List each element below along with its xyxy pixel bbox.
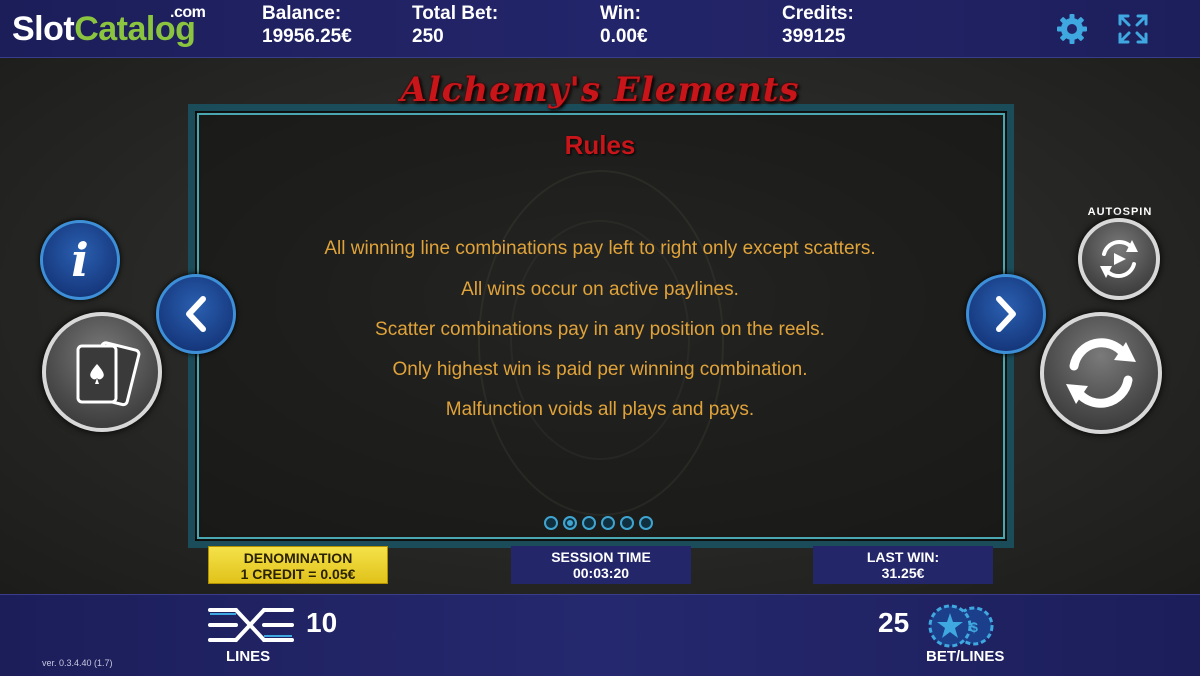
autospin-icon (1100, 240, 1138, 278)
spin-button[interactable] (1040, 312, 1162, 434)
page-dot[interactable] (582, 516, 596, 530)
last-win-value: 31.25€ (881, 565, 925, 581)
balance-value: 19956.25€ (262, 26, 352, 47)
session-time-box: SESSION TIME 00:03:20 (511, 546, 691, 584)
game-title: Alchemy's Elements (400, 70, 800, 110)
lines-icon[interactable] (206, 604, 296, 646)
next-page-button[interactable] (966, 274, 1046, 354)
logo-slot-text: Slot (12, 10, 75, 48)
autospin-label: AUTOSPIN (1087, 206, 1153, 218)
win-display: Win: 0.00€ (600, 2, 648, 48)
page-dot[interactable] (620, 516, 634, 530)
lines-label: LINES (226, 648, 271, 665)
rule-line: Malfunction voids all plays and pays. (445, 399, 755, 420)
playing-cards-icon (76, 341, 141, 407)
info-icon: i (71, 233, 89, 287)
page-dot[interactable] (601, 516, 615, 530)
credits-value: 399125 (782, 26, 846, 47)
lines-value: 10 (306, 607, 338, 638)
info-button[interactable]: i (40, 220, 120, 300)
last-win-label: LAST WIN: (866, 549, 940, 565)
paytable-button[interactable] (42, 312, 162, 432)
last-win-box: LAST WIN: 31.25€ (813, 546, 993, 584)
top-bar: SlotCatalog .com Balance: 19956.25€ Tota… (0, 0, 1200, 58)
chips-icon[interactable]: $ (926, 604, 998, 648)
gear-icon[interactable] (1055, 12, 1089, 46)
previous-page-button[interactable] (156, 274, 236, 354)
page-indicator (544, 516, 653, 530)
total-bet-label: Total Bet: (412, 3, 499, 24)
session-time-value: 00:03:20 (572, 565, 630, 581)
win-value: 0.00€ (600, 26, 648, 47)
autospin-button[interactable] (1078, 218, 1160, 300)
total-bet-display: Total Bet: 250 (412, 2, 498, 48)
credits-display: Credits: 399125 (782, 2, 854, 48)
spin-arrows-icon (1066, 338, 1136, 408)
win-label: Win: (600, 3, 641, 24)
page-dot[interactable] (563, 516, 577, 530)
session-time-label: SESSION TIME (551, 549, 651, 565)
rule-line: All winning line combinations pay left t… (324, 238, 876, 259)
logo-com-text: .com (170, 4, 206, 21)
denomination-box[interactable]: DENOMINATION 1 CREDIT = 0.05€ (208, 546, 388, 584)
credits-label: Credits: (782, 3, 854, 24)
page-dot[interactable] (639, 516, 653, 530)
denomination-value: 1 CREDIT = 0.05€ (240, 566, 356, 582)
chevron-right-icon (996, 296, 1016, 332)
balance-label: Balance: (262, 3, 342, 24)
rules-title: Rules (564, 130, 636, 160)
expand-icon[interactable] (1116, 12, 1150, 46)
page-dot[interactable] (544, 516, 558, 530)
version-text: ver. 0.3.4.40 (1.7) (42, 658, 113, 668)
bet-per-line-label: BET/LINES (926, 648, 1005, 665)
balance-display: Balance: 19956.25€ (262, 2, 352, 48)
bottom-bar (0, 594, 1200, 676)
denomination-label: DENOMINATION (243, 550, 353, 566)
total-bet-value: 250 (412, 26, 444, 47)
slotcatalog-logo: SlotCatalog .com (12, 4, 206, 49)
rule-line: Only highest win is paid per winning com… (392, 359, 808, 380)
chevron-left-icon (186, 296, 206, 332)
bet-per-line-value: 25 (878, 607, 910, 638)
